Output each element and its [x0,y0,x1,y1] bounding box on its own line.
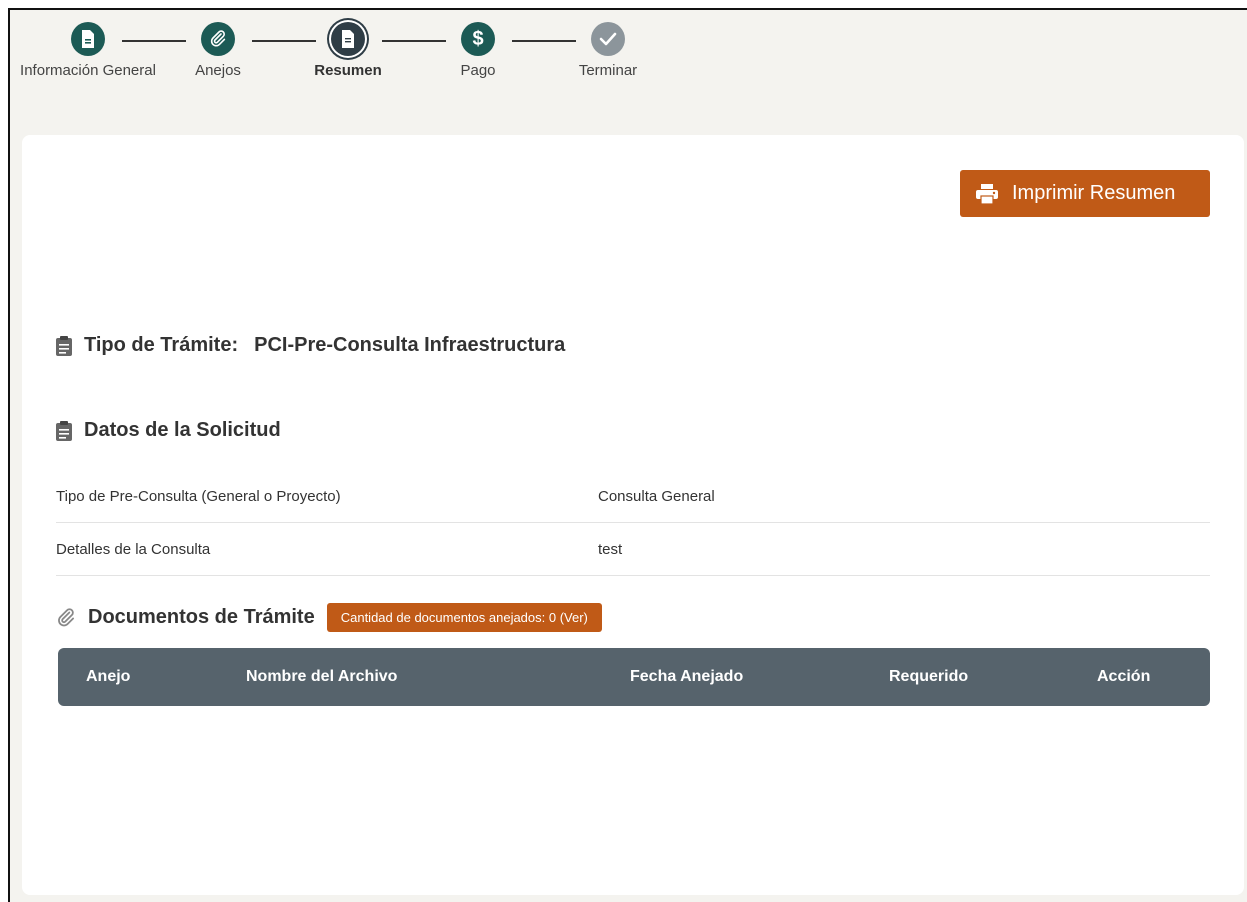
printer-icon [976,183,998,204]
column-header: Requerido [889,668,969,685]
summary-icon [331,22,365,56]
tipo-value: PCI-Pre-Consulta Infraestructura [254,334,566,356]
documents-count-badge[interactable]: Cantidad de documentos anejados: 0 (Ver) [326,603,602,632]
step-terminar[interactable]: Terminar [538,22,678,80]
column-header: Anejo [86,668,131,685]
step-label: Anejos [195,62,241,79]
step-pago[interactable]: $ Pago [408,22,548,80]
data-row: Detalles de la Consulta test [56,523,1210,576]
data-row: Tipo de Pre-Consulta (General o Proyecto… [56,470,1210,523]
step-label: Terminar [578,62,638,79]
column-header: Acción [1097,668,1151,685]
tipo-tramite: Tipo de Trámite: PCI-Pre-Consulta Infrae… [56,334,565,357]
row-value: test [598,541,623,558]
paperclip-icon [201,22,235,56]
document-icon [71,22,105,56]
step-label: Pago [460,62,496,79]
column-header: Nombre del Archivo [246,668,398,685]
app-frame: Información General Anejos Resumen $ Pag… [8,8,1247,902]
print-summary-label: Imprimir Resumen [1012,182,1176,204]
row-value: Consulta General [598,488,715,505]
print-summary-button[interactable]: Imprimir Resumen [960,170,1210,217]
step-label: Información General [20,62,156,79]
step-informacion-general[interactable]: Información General [18,22,158,80]
paperclip-icon [56,607,76,628]
step-resumen[interactable]: Resumen [278,22,418,80]
documentos-heading: Documentos de Trámite Cantidad de docume… [56,603,602,632]
row-key: Detalles de la Consulta [56,541,211,558]
column-header: Fecha Anejado [630,668,744,685]
clipboard-icon [56,420,72,441]
documents-table-header: Anejo Nombre del Archivo Fecha Anejado R… [58,648,1210,706]
clipboard-icon [56,335,72,356]
check-icon [591,22,625,56]
row-key: Tipo de Pre-Consulta (General o Proyecto… [56,488,341,505]
progress-stepper: Información General Anejos Resumen $ Pag… [10,10,710,135]
tipo-label: Tipo de Trámite: [84,334,239,356]
documentos-title: Documentos de Trámite [88,606,315,628]
datos-title: Datos de la Solicitud [84,419,281,441]
datos-solicitud-heading: Datos de la Solicitud [56,419,281,442]
step-label: Resumen [314,62,382,79]
summary-card: Imprimir Resumen Tipo de Trámite: PCI-Pr… [22,135,1244,895]
dollar-icon: $ [461,22,495,56]
step-anejos[interactable]: Anejos [148,22,288,80]
